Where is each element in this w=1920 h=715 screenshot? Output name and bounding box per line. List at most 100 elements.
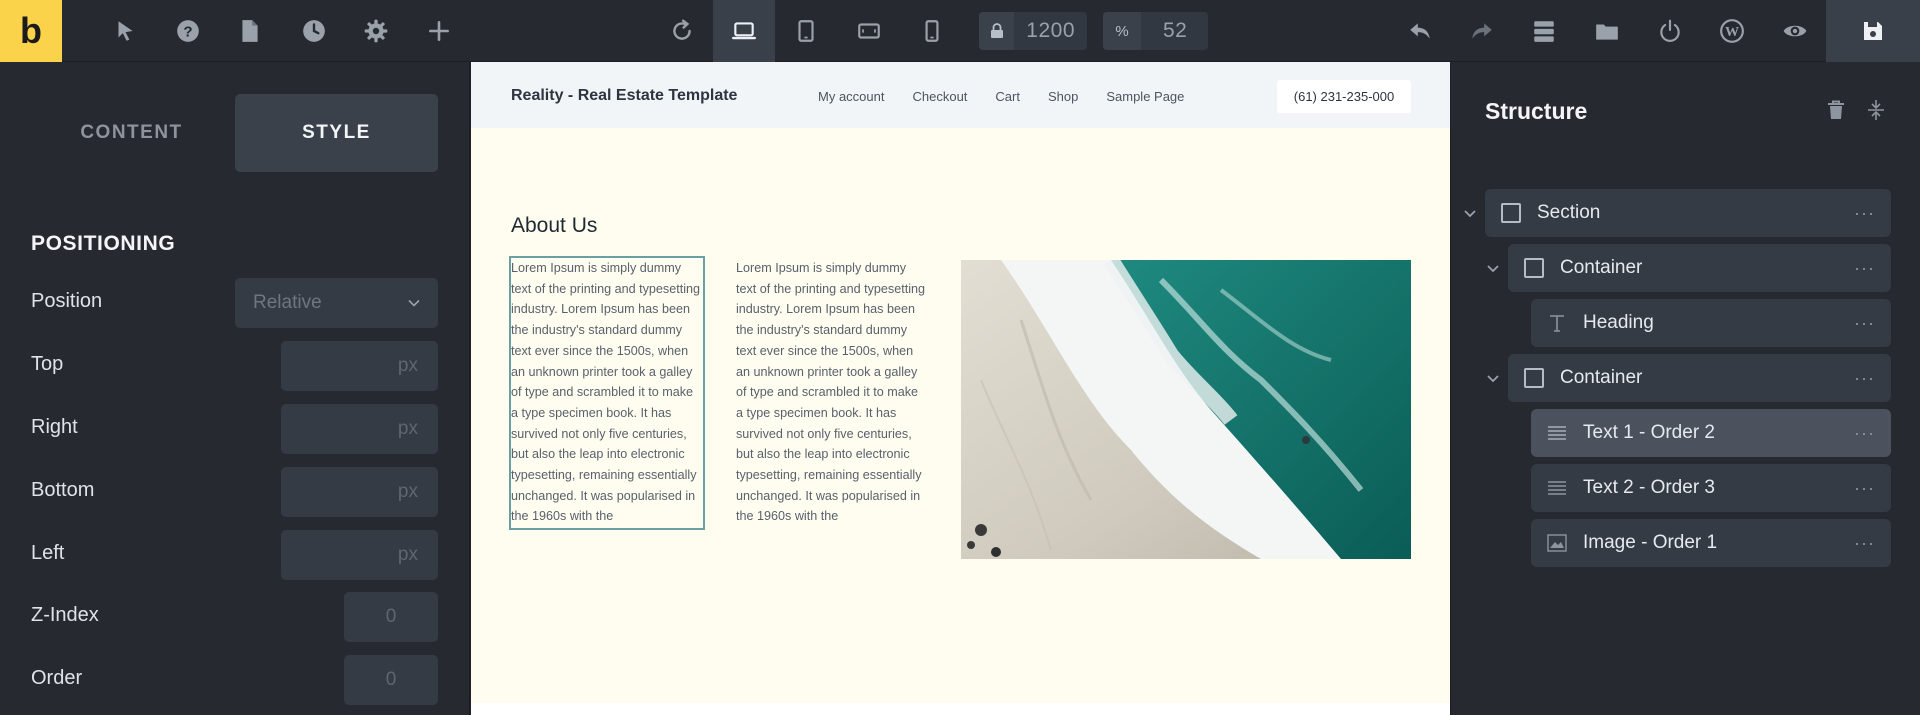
page-icon[interactable] xyxy=(219,0,281,62)
about-heading[interactable]: About Us xyxy=(511,214,597,238)
svg-text:?: ? xyxy=(183,23,192,40)
position-label: Position xyxy=(31,290,103,312)
text-lines-icon xyxy=(1545,476,1569,500)
chevron-down-icon[interactable] xyxy=(1484,260,1502,278)
refresh-icon[interactable] xyxy=(651,0,713,62)
structure-item-label: Text 1 - Order 2 xyxy=(1583,422,1715,443)
more-dots-icon[interactable]: ··· xyxy=(1854,258,1875,279)
save-button[interactable] xyxy=(1826,0,1920,62)
position-select-value: Relative xyxy=(253,292,322,313)
history-clock-icon[interactable] xyxy=(283,0,345,62)
site-header[interactable]: Reality - Real Estate Template My accoun… xyxy=(471,62,1450,128)
unit-px: px xyxy=(397,418,418,439)
canvas-width-field[interactable]: 1200 xyxy=(979,12,1087,50)
percent-icon: % xyxy=(1103,12,1141,50)
more-dots-icon[interactable]: ··· xyxy=(1854,368,1875,389)
structure-item-label: Container xyxy=(1560,367,1643,388)
help-icon[interactable]: ? xyxy=(157,0,219,62)
left-input[interactable]: px xyxy=(281,530,438,580)
unit-px: px xyxy=(397,544,418,565)
collapse-all-icon[interactable] xyxy=(1866,99,1886,126)
nav-link-checkout[interactable]: Checkout xyxy=(912,89,967,104)
text-2-paragraph[interactable]: Lorem Ipsum is simply dummy text of the … xyxy=(736,258,928,528)
pointer-icon[interactable] xyxy=(94,0,156,62)
chevron-down-icon xyxy=(408,299,420,307)
wordpress-icon[interactable]: W xyxy=(1701,0,1763,62)
text-1-paragraph[interactable]: Lorem Ipsum is simply dummy text of the … xyxy=(509,256,705,530)
nav-link-sample-page[interactable]: Sample Page xyxy=(1106,89,1184,104)
redo-icon[interactable] xyxy=(1451,0,1513,62)
tablet-landscape-icon[interactable] xyxy=(838,0,900,62)
nav-link-shop[interactable]: Shop xyxy=(1048,89,1078,104)
tab-style[interactable]: STYLE xyxy=(235,94,438,172)
structure-item-label: Heading xyxy=(1583,312,1654,333)
chevron-down-icon[interactable] xyxy=(1484,370,1502,388)
power-exit-icon[interactable] xyxy=(1639,0,1701,62)
box-icon xyxy=(1499,201,1523,225)
structure-item-text-2[interactable]: Text 2 - Order 3 ··· xyxy=(1531,464,1891,512)
folder-icon[interactable] xyxy=(1576,0,1638,62)
unit-px: px xyxy=(397,355,418,376)
top-input[interactable]: px xyxy=(281,341,438,391)
z-index-placeholder: 0 xyxy=(385,606,397,627)
structure-item-text-1[interactable]: Text 1 - Order 2 ··· xyxy=(1531,409,1891,457)
bottom-input[interactable]: px xyxy=(281,467,438,517)
canvas-width-value: 1200 xyxy=(1026,19,1075,42)
structure-item-container[interactable]: Container ··· xyxy=(1508,354,1891,402)
settings-gear-icon[interactable] xyxy=(345,0,407,62)
structure-item-container[interactable]: Container ··· xyxy=(1508,244,1891,292)
more-dots-icon[interactable]: ··· xyxy=(1854,533,1875,554)
nav-link-my-account[interactable]: My account xyxy=(818,89,884,104)
more-dots-icon[interactable]: ··· xyxy=(1854,423,1875,444)
more-dots-icon[interactable]: ··· xyxy=(1854,203,1875,224)
structure-item-label: Section xyxy=(1537,202,1601,223)
structure-item-heading[interactable]: Heading ··· xyxy=(1531,299,1891,347)
more-dots-icon[interactable]: ··· xyxy=(1854,313,1875,334)
order-input[interactable]: 0 xyxy=(344,655,438,705)
order-placeholder: 0 xyxy=(385,669,397,690)
z-index-label: Z-Index xyxy=(31,604,99,626)
trash-icon[interactable] xyxy=(1826,99,1846,126)
box-icon xyxy=(1522,256,1546,280)
add-plus-icon[interactable] xyxy=(408,0,470,62)
z-index-input[interactable]: 0 xyxy=(344,592,438,642)
tab-content[interactable]: CONTENT xyxy=(30,94,233,172)
position-select[interactable]: Relative xyxy=(235,278,438,328)
mobile-phone-icon[interactable] xyxy=(901,0,963,62)
svg-text:W: W xyxy=(1725,24,1739,40)
positioning-section-title[interactable]: POSITIONING xyxy=(31,232,175,256)
heading-icon xyxy=(1545,311,1569,335)
unit-px: px xyxy=(397,481,418,502)
lock-icon[interactable] xyxy=(979,12,1015,50)
top-label: Top xyxy=(31,353,64,375)
layers-structure-icon[interactable] xyxy=(1513,0,1575,62)
phone-button[interactable]: (61) 231-235-000 xyxy=(1277,80,1411,113)
structure-item-label: Container xyxy=(1560,257,1643,278)
left-label: Left xyxy=(31,542,65,564)
chevron-down-icon[interactable] xyxy=(1461,205,1479,223)
bricks-logo[interactable]: b xyxy=(0,0,62,62)
structure-item-section[interactable]: Section ··· xyxy=(1485,189,1891,237)
right-input[interactable]: px xyxy=(281,404,438,454)
beach-aerial-image[interactable] xyxy=(961,260,1411,559)
tablet-portrait-icon[interactable] xyxy=(775,0,837,62)
element-settings-panel: CONTENT STYLE POSITIONING Position Relat… xyxy=(0,62,470,715)
undo-icon[interactable] xyxy=(1389,0,1451,62)
top-toolbar: b ? 1200 % 52 W xyxy=(0,0,1920,62)
right-label: Right xyxy=(31,416,78,438)
bottom-label: Bottom xyxy=(31,479,95,501)
builder-canvas[interactable]: Reality - Real Estate Template My accoun… xyxy=(471,62,1450,715)
structure-panel: Structure Section ··· Container ··· Head… xyxy=(1450,62,1920,715)
image-icon xyxy=(1545,531,1569,555)
logo-letter: b xyxy=(20,10,42,51)
site-title[interactable]: Reality - Real Estate Template xyxy=(511,87,737,105)
structure-item-image[interactable]: Image - Order 1 ··· xyxy=(1531,519,1891,567)
more-dots-icon[interactable]: ··· xyxy=(1854,478,1875,499)
canvas-zoom-field[interactable]: % 52 xyxy=(1103,12,1208,50)
desktop-laptop-icon[interactable] xyxy=(713,0,775,62)
preview-eye-icon[interactable] xyxy=(1764,0,1826,62)
order-label: Order xyxy=(31,667,83,689)
nav-link-cart[interactable]: Cart xyxy=(995,89,1020,104)
save-floppy-icon xyxy=(1864,22,1882,40)
canvas-zoom-value: 52 xyxy=(1163,19,1188,42)
